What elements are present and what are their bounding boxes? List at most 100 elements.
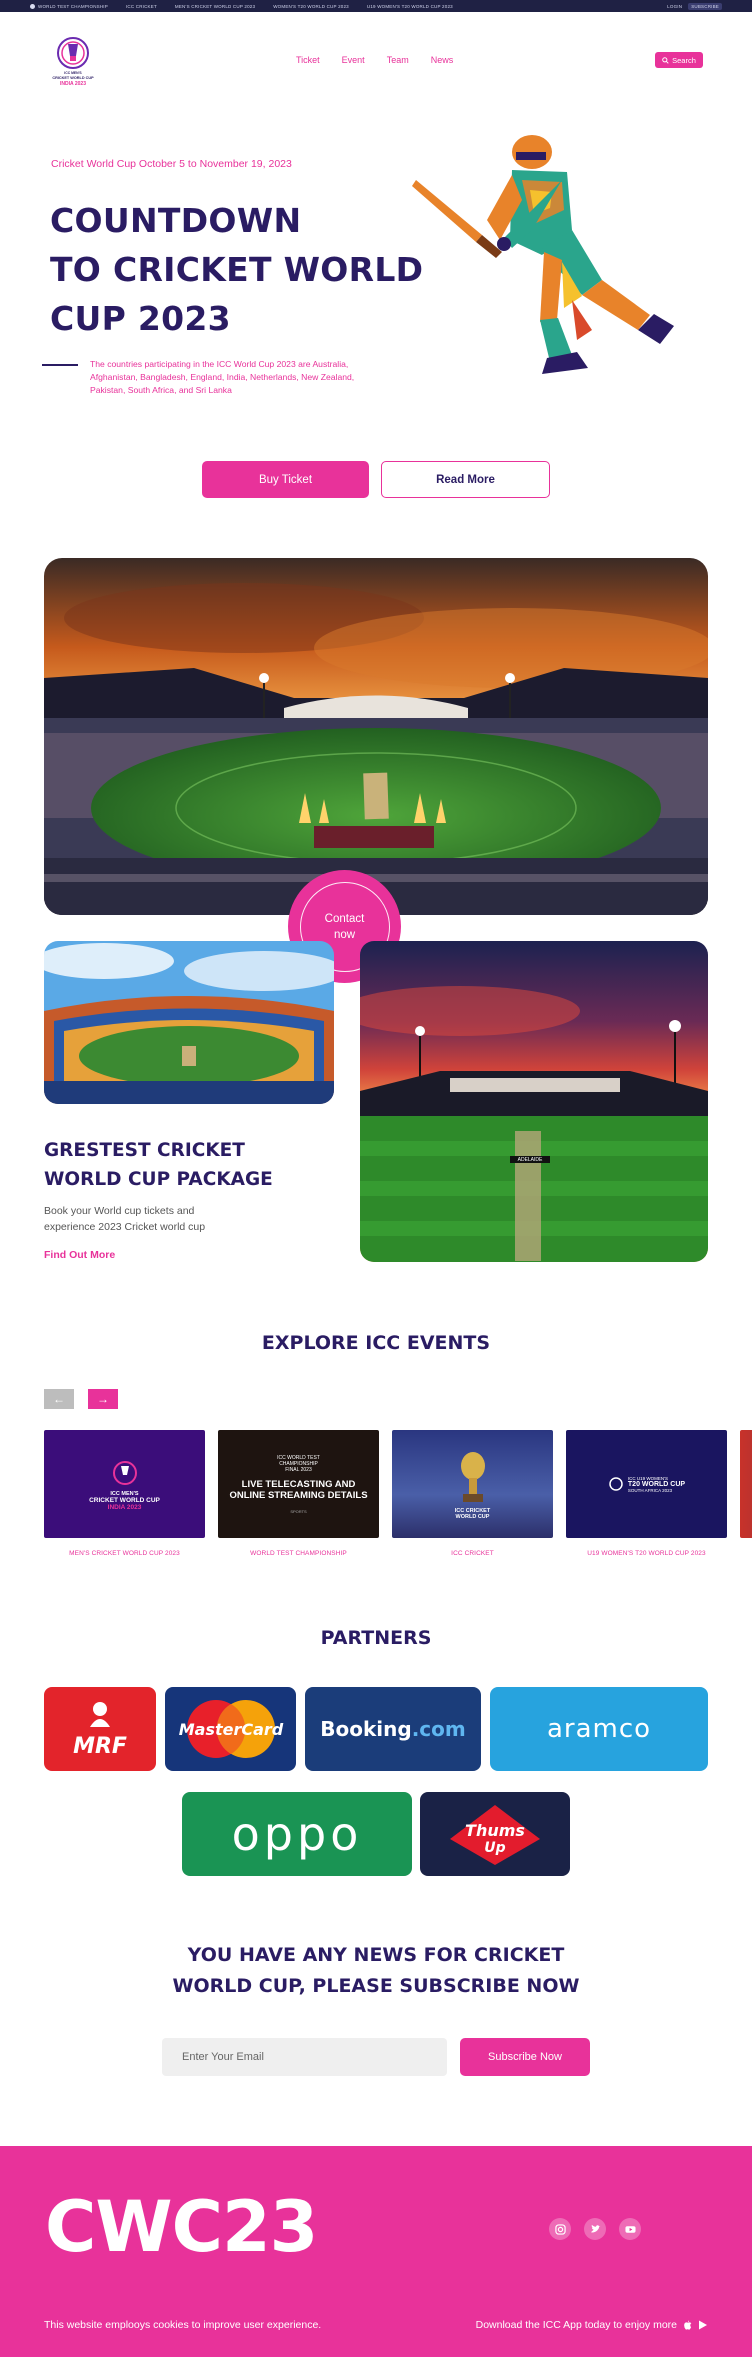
topbar-link-wtc[interactable]: WORLD TEST CHAMPIONSHIP [30,3,108,9]
subscribe-title-line: WORLD CUP, PLEASE SUBSCRIBE NOW [172,1975,580,1997]
search-button[interactable]: Search [655,52,703,68]
booking-logo: Booking.com [320,1717,465,1741]
events-carousel: ICC MEN'S CRICKET WORLD CUP INDIA 2023 M… [44,1430,752,1560]
mastercard-logo: MasterCard [178,1700,283,1758]
app-download[interactable]: Download the ICC App today to enjoy more [476,2319,708,2331]
subscribe-title-line: YOU HAVE ANY NEWS FOR CRICKET [187,1944,565,1966]
partner-oppo[interactable]: oppo [182,1792,412,1876]
event-thumb-headline: ONLINE STREAMING DETAILS [229,1489,368,1501]
instagram-link[interactable] [549,2218,571,2240]
footer: CWC23 This website emplooys cookies to i… [0,2146,752,2357]
event-card[interactable]: ICC WORLD TEST CHAMPIONSHIP FINAL 2023 L… [218,1430,379,1557]
event-caption: WORLD TEST CHAMPIONSHIP [250,1550,347,1557]
stadium-day-photo [44,941,334,1104]
stadium-night-photo [44,558,708,915]
topbar-link-womens[interactable]: WOMEN'S T20 WORLD CUP 2023 [273,4,349,9]
search-icon [662,56,669,64]
mrf-muscleman-icon [90,1702,110,1727]
topbar-label: MEN'S CRICKET WORLD CUP 2023 [174,3,256,9]
thumsup-logo: Thums Up [450,1805,540,1865]
hero-title-line: TO CRICKET WORLD [50,250,424,289]
topbar-link-icc[interactable]: ICC CRICKET [126,4,157,9]
event-caption: MEN'S CRICKET WORLD CUP 2023 [69,1550,180,1557]
logo-text: INDIA 2023 [60,81,86,87]
hero-title-line: COUNTDOWN [50,201,302,240]
contact-label: now [333,928,356,941]
topbar-link-mens[interactable]: MEN'S CRICKET WORLD CUP 2023 [175,4,255,9]
hero-title-line: CUP 2023 [50,299,231,338]
twitter-icon [590,2224,601,2232]
nav-event[interactable]: Event [342,55,365,65]
oppo-text: oppo [231,1807,363,1861]
logo-text: CRICKET WORLD CUP [52,76,94,80]
find-out-more-link[interactable]: Find Out More [44,1249,115,1261]
twitter-link[interactable] [584,2218,606,2240]
hero-date: Cricket World Cup October 5 to November … [51,158,292,170]
mrf-logo: MRF [73,1699,127,1759]
apple-icon[interactable] [683,2320,692,2330]
event-thumb: ICC U19 WOMEN'S T20 WORLD CUP SOUTH AFRI… [566,1430,727,1538]
youtube-icon [624,2225,636,2233]
event-caption: U19 WOMEN'S T20 WORLD CUP 2023 [587,1550,706,1557]
topbar-link-u19[interactable]: U19 WOMEN'S T20 WORLD CUP 2023 [367,4,453,9]
search-label: Search [672,55,696,65]
mrf-text: MRF [73,1734,127,1759]
partner-booking[interactable]: Booking.com [305,1687,481,1771]
read-more-button[interactable]: Read More [381,461,550,498]
partner-thumsup[interactable]: Thums Up [420,1792,570,1876]
arrow-left-icon: ← [53,1392,65,1406]
event-thumb-text: CRICKET WORLD CUP [89,1496,160,1504]
carousel-prev-button[interactable]: ← [44,1389,74,1409]
topbar-label: U19 WOMEN'S T20 WORLD CUP 2023 [366,3,453,9]
thumsup-text: Up [484,1840,505,1856]
event-card[interactable]: ICC MEN'S CRICKET WORLD CUP INDIA 2023 M… [44,1430,205,1557]
event-card[interactable]: ICC CRICKET WORLD CUP ICC CRICKET [392,1430,553,1557]
globe-icon [30,3,35,9]
event-card-partial[interactable] [740,1430,752,1538]
event-thumb-text: WORLD CUP [455,1514,490,1520]
event-thumb-headline: LIVE TELECASTING AND [241,1478,356,1490]
topbar-account: LOGIN SUBSCRIBE [667,2,722,10]
aramco-text: aramco [546,1714,652,1744]
mastercard-text: MasterCard [178,1720,283,1739]
stadium-sunset-photo: ADELAIDE [360,941,708,1262]
subscribe-link[interactable]: SUBSCRIBE [688,2,722,10]
event-caption: ICC CRICKET [451,1550,494,1557]
youtube-link[interactable] [619,2218,641,2240]
nav-news[interactable]: News [431,55,454,65]
email-input[interactable] [162,2038,447,2076]
instagram-icon [554,2223,566,2235]
logo-text: ICC MEN'S [64,71,82,75]
event-thumb-text: T20 WORLD CUP [627,1480,686,1488]
event-thumb: ICC MEN'S CRICKET WORLD CUP INDIA 2023 [44,1430,205,1538]
partner-mrf[interactable]: MRF [44,1687,156,1771]
thumsup-text: Thums [465,1821,525,1840]
partner-aramco[interactable]: aramco [490,1687,708,1771]
buy-ticket-button[interactable]: Buy Ticket [202,461,369,498]
cwc-logo[interactable]: ICC MEN'S CRICKET WORLD CUP INDIA 2023 [50,34,96,90]
event-card[interactable]: ICC U19 WOMEN'S T20 WORLD CUP SOUTH AFRI… [566,1430,727,1557]
cwc-logo-icon [112,1460,137,1485]
package-title: GRESTEST CRICKET WORLD CUP PACKAGE [44,1136,344,1194]
partner-mastercard[interactable]: MasterCard [165,1687,296,1771]
subscribe-button[interactable]: Subscribe Now [460,2038,590,2076]
booking-text: Booking [320,1717,412,1741]
topbar-label: WOMEN'S T20 WORLD CUP 2023 [273,3,349,9]
login-link[interactable]: LOGIN [667,4,682,9]
footer-brand: CWC23 [45,2186,318,2268]
hero-description: The countries participating in the ICC W… [90,359,355,395]
package-description: Book your World cup tickets and experien… [44,1205,206,1233]
carousel-next-button[interactable]: → [88,1389,118,1409]
event-thumb-text: SOUTH AFRICA 2023 [627,1487,673,1493]
event-thumb-text: INDIA 2023 [107,1503,142,1511]
contact-label: Contact [324,912,365,925]
stadium-sign-text: ADELAIDE [518,1157,543,1163]
app-download-text: Download the ICC App today to enjoy more [475,2319,677,2331]
explore-title: EXPLORE ICC EVENTS [261,1332,491,1354]
divider [42,364,78,366]
trophy-icon [460,1452,485,1502]
google-play-icon[interactable] [698,2320,708,2330]
nav-ticket[interactable]: Ticket [296,55,320,65]
cookie-notice: This website emplooys cookies to improve… [44,2319,322,2331]
nav-team[interactable]: Team [387,55,409,65]
